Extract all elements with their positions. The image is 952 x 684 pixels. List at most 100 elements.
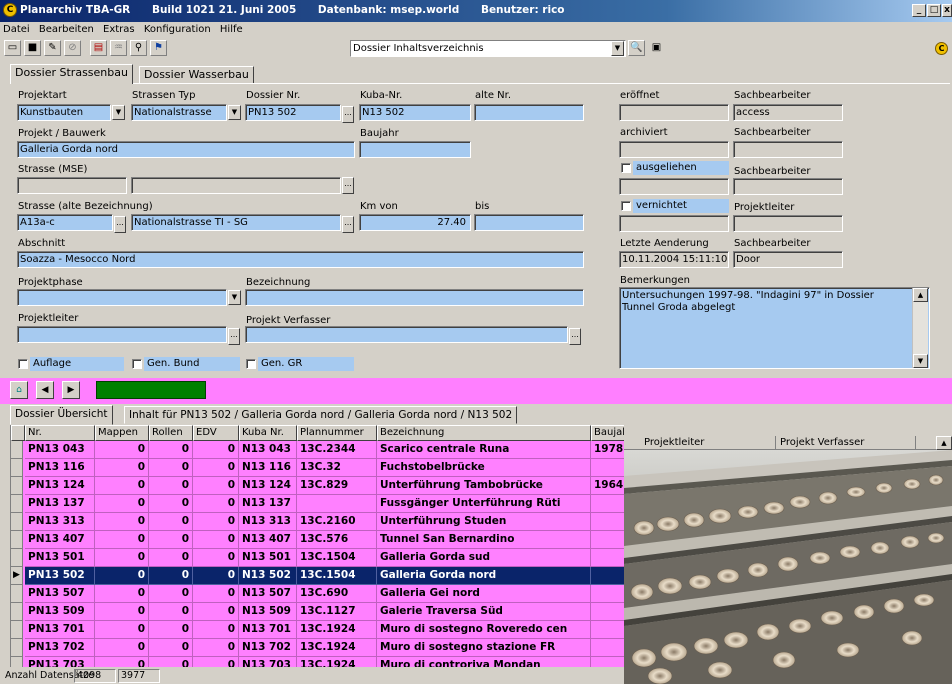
table-cell[interactable] bbox=[591, 603, 624, 621]
sachbearbeiter-field-2[interactable] bbox=[733, 141, 843, 158]
table-cell[interactable]: 13C.2344 bbox=[297, 441, 377, 459]
table-cell[interactable] bbox=[591, 531, 624, 549]
next-record-icon[interactable]: ▶ bbox=[62, 381, 80, 399]
row-selector[interactable] bbox=[11, 513, 23, 531]
table-cell[interactable]: 0 bbox=[149, 567, 193, 585]
strasse-alt-name-lookup-button[interactable]: ... bbox=[342, 216, 354, 233]
tab-wasserbau[interactable]: Dossier Wasserbau bbox=[139, 66, 254, 84]
cancel-icon[interactable]: ⊘ bbox=[64, 40, 81, 56]
gengr-checkbox[interactable] bbox=[246, 359, 256, 369]
row-selector[interactable] bbox=[11, 459, 23, 477]
projektart-select[interactable]: Kunstbauten bbox=[17, 104, 111, 121]
menu-konfiguration[interactable]: Konfiguration bbox=[141, 22, 214, 35]
table-cell[interactable]: 13C.2160 bbox=[297, 513, 377, 531]
table-cell[interactable]: 0 bbox=[95, 441, 149, 459]
strasse-alt-code-field[interactable]: A13a-c bbox=[17, 214, 113, 231]
column-header-edv[interactable]: EDV bbox=[193, 425, 239, 441]
table-cell[interactable]: 0 bbox=[193, 585, 239, 603]
table-cell[interactable]: Muro di sostegno Roveredo cen bbox=[377, 621, 591, 639]
print-preview-icon[interactable]: 🔍 bbox=[628, 40, 645, 56]
table-cell[interactable]: 0 bbox=[193, 441, 239, 459]
table-cell[interactable]: 13C.1504 bbox=[297, 549, 377, 567]
maximize-button[interactable]: □ bbox=[927, 4, 941, 17]
table-cell[interactable]: 0 bbox=[149, 657, 193, 667]
table-cell[interactable]: PN13 137 bbox=[25, 495, 95, 513]
table-cell[interactable]: 0 bbox=[193, 603, 239, 621]
table-cell[interactable]: N13 501 bbox=[239, 549, 297, 567]
table-row[interactable]: ▶ PN13 502 0 0 0 N13 502 13C.1504 Galleria Gord… bbox=[11, 567, 624, 585]
table-cell[interactable]: N13 702 bbox=[239, 639, 297, 657]
table-row[interactable]: PN13 702 0 0 0 N13 702 13C.1924 Muro di sosteg… bbox=[11, 639, 624, 657]
home-icon[interactable]: ⌂ bbox=[10, 381, 28, 399]
table-cell[interactable]: Scarico centrale Runa bbox=[377, 441, 591, 459]
table-cell[interactable]: Muro di sostegno stazione FR bbox=[377, 639, 591, 657]
table-cell[interactable]: 0 bbox=[95, 513, 149, 531]
table-cell[interactable]: 13C.1127 bbox=[297, 603, 377, 621]
table-cell[interactable]: 0 bbox=[149, 459, 193, 477]
verfasser-lookup-button[interactable]: ... bbox=[569, 328, 581, 345]
table-row[interactable]: PN13 701 0 0 0 N13 701 13C.1924 Muro di sosteg… bbox=[11, 621, 624, 639]
report-select[interactable]: Dossier Inhaltsverzeichnis bbox=[350, 40, 626, 57]
grid-scroll-up-icon[interactable]: ▲ bbox=[936, 436, 952, 450]
projektleiter-lookup-button[interactable]: ... bbox=[228, 328, 240, 345]
table-cell[interactable]: 0 bbox=[149, 621, 193, 639]
verfasser-field[interactable] bbox=[245, 326, 568, 343]
archiviert-field[interactable] bbox=[619, 141, 729, 158]
table-cell[interactable]: N13 124 bbox=[239, 477, 297, 495]
new-record-icon[interactable]: ▭ bbox=[4, 40, 21, 56]
auflage-checkbox[interactable] bbox=[18, 359, 28, 369]
table-cell[interactable] bbox=[591, 549, 624, 567]
vernichtet-checkbox[interactable] bbox=[621, 201, 631, 211]
sachbearbeiter-field-3[interactable] bbox=[733, 178, 843, 195]
document-icon[interactable]: ▤ bbox=[90, 40, 107, 56]
baujahr-field[interactable] bbox=[359, 141, 471, 158]
chevron-down-icon[interactable]: ▼ bbox=[611, 41, 624, 56]
bemerkungen-textarea[interactable]: Untersuchungen 1997-98. "Indagini 97" in… bbox=[619, 287, 930, 369]
table-cell[interactable]: Galerie Traversa Süd bbox=[377, 603, 591, 621]
table-row[interactable]: PN13 501 0 0 0 N13 501 13C.1504 Galleria Gorda… bbox=[11, 549, 624, 567]
tab-dossier-uebersicht[interactable]: Dossier Übersicht bbox=[10, 405, 113, 425]
table-cell[interactable]: 0 bbox=[193, 495, 239, 513]
table-cell[interactable]: 0 bbox=[95, 549, 149, 567]
row-selector[interactable] bbox=[11, 531, 23, 549]
table-cell[interactable]: Fuchstobelbrücke bbox=[377, 459, 591, 477]
table-cell[interactable]: N13 407 bbox=[239, 531, 297, 549]
table-cell[interactable]: 0 bbox=[193, 621, 239, 639]
table-cell[interactable]: 1978 bbox=[591, 441, 624, 459]
strassentyp-select[interactable]: Nationalstrasse bbox=[131, 104, 227, 121]
table-cell[interactable]: 0 bbox=[95, 531, 149, 549]
row-selector[interactable] bbox=[11, 495, 23, 513]
table-cell[interactable]: 13C.1924 bbox=[297, 621, 377, 639]
binoculars-disabled-icon[interactable]: ♒ bbox=[110, 40, 127, 56]
table-cell[interactable]: 0 bbox=[95, 495, 149, 513]
column-header-bezeichnung[interactable]: Bezeichnung bbox=[377, 425, 591, 441]
projektleiter-right-field[interactable] bbox=[733, 215, 843, 232]
ausgeliehen-checkbox[interactable] bbox=[621, 163, 631, 173]
table-cell[interactable]: PN13 702 bbox=[25, 639, 95, 657]
edit-icon[interactable]: ✎ bbox=[44, 40, 61, 56]
table-cell[interactable]: PN13 507 bbox=[25, 585, 95, 603]
altenr-field[interactable] bbox=[474, 104, 584, 121]
table-cell[interactable]: Galleria Gei nord bbox=[377, 585, 591, 603]
current-row-indicator-icon[interactable]: ▶ bbox=[11, 567, 23, 585]
table-cell[interactable]: 0 bbox=[149, 495, 193, 513]
table-cell[interactable]: N13 043 bbox=[239, 441, 297, 459]
table-cell[interactable]: 13C.576 bbox=[297, 531, 377, 549]
abschnitt-field[interactable]: Soazza - Mesocco Nord bbox=[17, 251, 584, 268]
table-cell[interactable]: PN13 703 bbox=[25, 657, 95, 667]
row-selector[interactable] bbox=[11, 603, 23, 621]
table-cell[interactable]: 0 bbox=[193, 513, 239, 531]
table-cell[interactable]: N13 701 bbox=[239, 621, 297, 639]
bezeichnung-field[interactable] bbox=[245, 289, 584, 306]
table-cell[interactable]: N13 703 bbox=[239, 657, 297, 667]
table-cell[interactable]: 0 bbox=[149, 639, 193, 657]
table-cell[interactable]: 0 bbox=[95, 657, 149, 667]
stop-icon[interactable]: ■ bbox=[24, 40, 41, 56]
table-cell[interactable]: 0 bbox=[149, 585, 193, 603]
table-cell[interactable]: N13 509 bbox=[239, 603, 297, 621]
row-selector[interactable] bbox=[11, 621, 23, 639]
table-cell[interactable]: PN13 124 bbox=[25, 477, 95, 495]
menu-hilfe[interactable]: Hilfe bbox=[217, 22, 246, 35]
minimize-button[interactable]: _ bbox=[912, 4, 926, 17]
table-cell[interactable]: 13C.1924 bbox=[297, 639, 377, 657]
